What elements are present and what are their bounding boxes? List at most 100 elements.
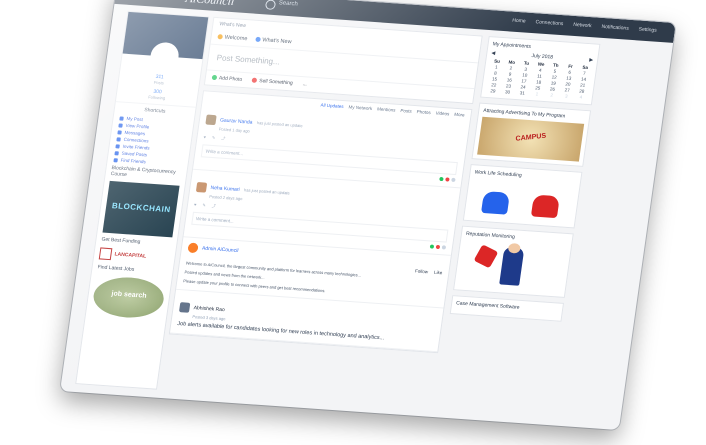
post-author[interactable]: Admin AiCouncil bbox=[202, 246, 239, 254]
avatar[interactable] bbox=[195, 181, 208, 193]
sell-something-button[interactable]: Sell Something bbox=[251, 77, 293, 86]
calendar-day[interactable]: 2 bbox=[504, 65, 518, 71]
post-action: has just posted an update bbox=[243, 187, 291, 196]
search-input[interactable]: Search bbox=[278, 0, 298, 7]
calendar-day[interactable]: 11 bbox=[532, 73, 546, 79]
calendar-day[interactable]: 2 bbox=[544, 92, 558, 98]
like-icon[interactable]: ♥ bbox=[194, 202, 197, 208]
post-icon bbox=[119, 115, 124, 121]
bookmark-icon bbox=[114, 150, 119, 155]
calendar-day[interactable]: 18 bbox=[531, 79, 545, 85]
calendar-day[interactable]: 28 bbox=[575, 88, 589, 94]
search-icon[interactable] bbox=[264, 0, 277, 11]
calendar-day[interactable]: 3 bbox=[559, 93, 573, 99]
campus-ad-image[interactable]: CAMPUS bbox=[477, 116, 585, 162]
tag-icon bbox=[251, 77, 258, 84]
calendar-day[interactable]: 29 bbox=[486, 88, 500, 94]
nav-connections[interactable]: Connections bbox=[535, 19, 564, 27]
calendar-day[interactable]: 13 bbox=[562, 75, 576, 81]
nav-notifications[interactable]: Notifications bbox=[601, 24, 629, 32]
photo-icon bbox=[211, 74, 218, 81]
calendar-day[interactable]: 3 bbox=[518, 66, 532, 72]
brand-logo[interactable]: AiCouncil bbox=[185, 0, 236, 9]
calendar-day[interactable]: 24 bbox=[516, 84, 530, 90]
post-author[interactable]: Neha Kumari bbox=[210, 185, 240, 193]
ad-title: Case Management Software bbox=[455, 300, 520, 311]
calendar-day[interactable]: 19 bbox=[546, 80, 560, 86]
red-reaction-icon[interactable] bbox=[445, 177, 450, 182]
share-icon[interactable]: ⤴ bbox=[221, 136, 226, 142]
calendar-day[interactable]: 6 bbox=[563, 69, 577, 75]
users-icon bbox=[116, 136, 121, 142]
follow-button[interactable]: Follow bbox=[415, 268, 429, 274]
green-reaction-icon[interactable] bbox=[439, 176, 444, 182]
screenshot-stage: AiCouncil Search Home Connections Networ… bbox=[0, 0, 706, 445]
calendar-day[interactable]: 10 bbox=[518, 72, 532, 78]
calendar-day[interactable]: 14 bbox=[576, 76, 590, 82]
main-feed: What's New Welcome What's New Post Somet… bbox=[161, 16, 483, 409]
green-reaction-icon[interactable] bbox=[429, 244, 435, 249]
calendar-day[interactable]: 5 bbox=[548, 68, 562, 74]
share-icon[interactable]: ⤴ bbox=[211, 203, 216, 209]
tab-photos[interactable]: Photos bbox=[416, 109, 431, 115]
comment-icon[interactable]: ✎ bbox=[202, 202, 206, 208]
calendar-day[interactable]: 25 bbox=[531, 85, 545, 91]
tab-all-updates[interactable]: All Updates bbox=[320, 102, 344, 109]
comment-icon[interactable]: ✎ bbox=[211, 135, 216, 141]
calendar-day[interactable]: 17 bbox=[517, 78, 531, 84]
red-reaction-icon[interactable] bbox=[435, 244, 441, 250]
police-ad-image[interactable] bbox=[459, 240, 567, 293]
next-month-icon[interactable]: ▶ bbox=[589, 57, 594, 63]
calendar-day-of-week: Fr bbox=[567, 63, 574, 69]
like-icon[interactable]: ♥ bbox=[203, 134, 206, 140]
calendar-day[interactable]: 1 bbox=[530, 91, 544, 97]
red-chair-icon bbox=[530, 194, 560, 219]
grey-reaction-icon[interactable] bbox=[441, 245, 447, 250]
appointments-panel: My Appointments ◀ July 2018 ▶ Su Mo Tu We Th… bbox=[480, 36, 601, 106]
add-photo-button[interactable]: Add Photo bbox=[211, 74, 243, 83]
like-button[interactable]: Like bbox=[434, 270, 443, 276]
calendar-day[interactable]: 15 bbox=[487, 76, 501, 82]
avatar[interactable] bbox=[179, 301, 191, 313]
calendar-day[interactable]: 30 bbox=[500, 89, 514, 95]
calendar-day-of-week: We bbox=[537, 61, 545, 67]
post-author[interactable]: Abhishek Rao bbox=[193, 305, 225, 313]
calendar-day[interactable]: 4 bbox=[533, 67, 547, 73]
blockchain-banner[interactable]: BLOCKCHAIN bbox=[102, 180, 180, 238]
nav-home[interactable]: Home bbox=[512, 18, 526, 25]
nav-network[interactable]: Network bbox=[573, 22, 592, 29]
post-action: has just posted an update bbox=[256, 120, 304, 129]
calendar-day[interactable]: 31 bbox=[515, 90, 529, 96]
tab-posts[interactable]: Posts bbox=[400, 108, 412, 114]
tab-more[interactable]: More bbox=[454, 112, 465, 118]
calendar-day[interactable]: 4 bbox=[574, 94, 588, 100]
tab-welcome[interactable]: Welcome bbox=[217, 34, 248, 42]
post-author[interactable]: Gaurav Nanda bbox=[220, 117, 253, 125]
calendar-day[interactable]: 23 bbox=[501, 83, 515, 89]
more-actions-button[interactable]: ... bbox=[302, 81, 307, 87]
calendar-day[interactable]: 12 bbox=[547, 74, 561, 80]
calendar-day[interactable]: 9 bbox=[503, 71, 517, 77]
avatar[interactable] bbox=[205, 114, 217, 125]
calendar-day[interactable]: 27 bbox=[560, 87, 574, 93]
calendar-grid: Su Mo Tu We Th Fr Sa 1 2 3 4 5 6 7 8 9 10 11 12 13 14 15 16 17 1… bbox=[486, 58, 593, 100]
calendar-day[interactable]: 16 bbox=[502, 77, 516, 83]
tab-my-network[interactable]: My Network bbox=[348, 104, 372, 111]
calendar-day[interactable]: 22 bbox=[487, 82, 501, 88]
tab-videos[interactable]: Videos bbox=[435, 111, 449, 117]
calendar-day[interactable]: 8 bbox=[488, 70, 502, 76]
job-search-banner[interactable]: job search bbox=[90, 275, 167, 320]
calendar-day[interactable]: 26 bbox=[545, 86, 559, 92]
avatar[interactable] bbox=[187, 242, 199, 254]
chairs-ad-image[interactable] bbox=[468, 178, 575, 223]
calendar-day[interactable]: 21 bbox=[576, 82, 590, 88]
tab-mentions[interactable]: Mentions bbox=[377, 106, 396, 112]
calendar-day[interactable]: 20 bbox=[561, 81, 575, 87]
nav-settings[interactable]: Settings bbox=[638, 26, 657, 33]
ad-panel: Work Life Scheduling bbox=[462, 164, 583, 229]
tab-whats-new[interactable]: What's New bbox=[255, 36, 292, 45]
calendar-day[interactable]: 1 bbox=[489, 64, 503, 70]
calendar-day[interactable]: 7 bbox=[577, 70, 591, 76]
grey-reaction-icon[interactable] bbox=[451, 177, 456, 183]
prev-month-icon[interactable]: ◀ bbox=[491, 50, 496, 56]
